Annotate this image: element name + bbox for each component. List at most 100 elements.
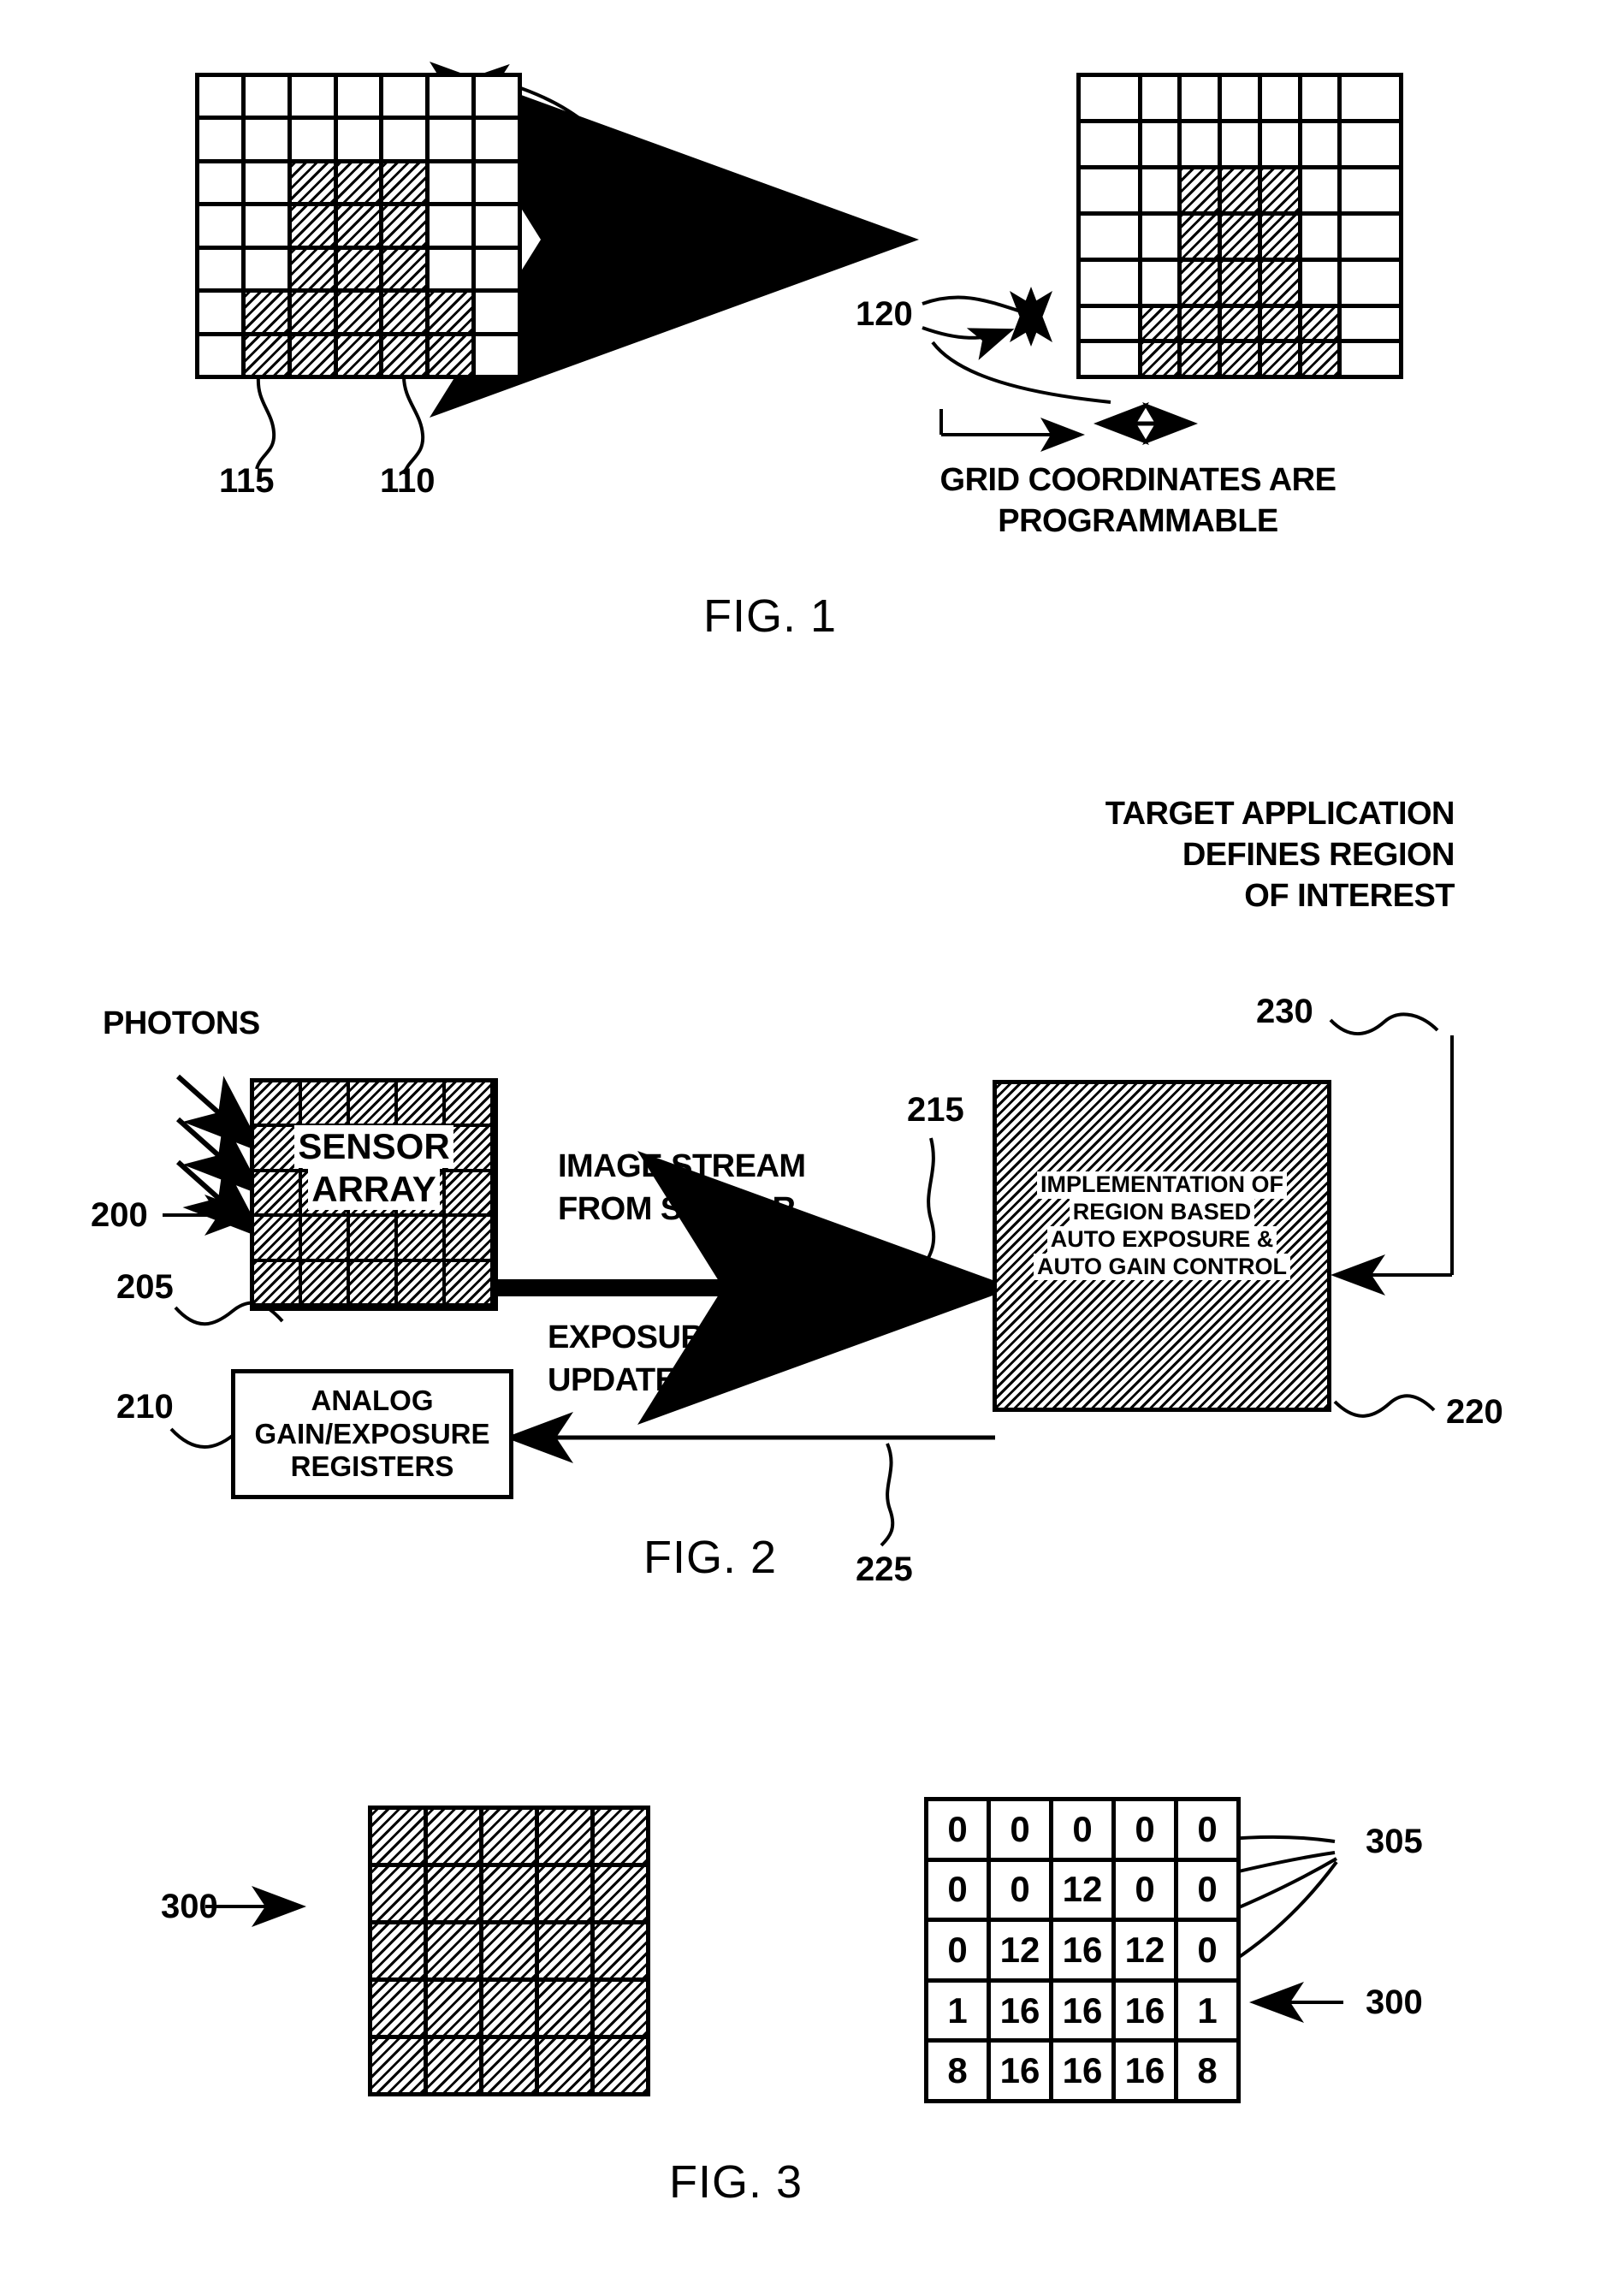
fig3-caption: FIG. 3: [668, 2156, 803, 2208]
tile: [245, 293, 287, 332]
tile: [1222, 307, 1258, 340]
tile: [539, 1924, 590, 1977]
tile: [383, 206, 426, 246]
tile: [428, 1924, 479, 1977]
registers-line3: REGISTERS: [290, 1450, 454, 1483]
tile: [595, 1924, 646, 1977]
tile: [476, 335, 518, 375]
exposure-gain-updates-line2: UPDATES: [548, 1362, 698, 1398]
tile: [1301, 215, 1338, 258]
tile: [245, 77, 287, 116]
fig2-caption: FIG. 2: [643, 1532, 778, 1583]
matrix-cell: 0: [1178, 1801, 1236, 1858]
tile: [245, 206, 287, 246]
tile: [1222, 215, 1258, 258]
tile: [291, 120, 334, 159]
implementation-block: IMPLEMENTATION OF REGION BASED AUTO EXPO…: [993, 1080, 1331, 1412]
implementation-line3: AUTO EXPOSURE &: [1046, 1225, 1277, 1254]
ref-115-label: 115: [219, 462, 275, 500]
tile: [1342, 343, 1399, 375]
tile: [291, 163, 334, 203]
ref-225-leader: [880, 1443, 895, 1547]
matrix-cell: 0: [1178, 1861, 1236, 1918]
fig1-left-tile-grid: [195, 73, 522, 379]
fig1-right-tile-grid: [1076, 73, 1403, 379]
tile: [1141, 77, 1178, 119]
tile: [1182, 215, 1218, 258]
tile: [430, 335, 472, 375]
sensor-array-text: SENSOR ARRAY: [254, 1125, 494, 1211]
tile: [1342, 77, 1399, 119]
tile: [1301, 122, 1338, 165]
tile: [291, 206, 334, 246]
tile: [1301, 169, 1338, 211]
tile: [383, 77, 426, 116]
tile: [1261, 215, 1298, 258]
tile: [337, 206, 380, 246]
matrix-cell: 0: [1116, 1861, 1174, 1918]
target-app-line1: TARGET APPLICATION: [1105, 796, 1455, 832]
matrix-cell: 16: [1053, 2043, 1111, 2099]
matrix-cell: 0: [928, 1861, 987, 1918]
matrix-cell: 16: [1053, 1922, 1111, 1978]
ref-200-label: 200: [91, 1196, 148, 1234]
tile: [1081, 343, 1138, 375]
tile: [1342, 215, 1399, 258]
tile: [337, 249, 380, 289]
tile: [1342, 307, 1399, 340]
matrix-cell: 16: [991, 2043, 1049, 2099]
matrix-cell: 1: [1178, 1982, 1236, 2039]
matrix-cell: 8: [1178, 2043, 1236, 2099]
tile: [430, 77, 472, 116]
matrix-cell: 1: [928, 1982, 987, 2039]
tile: [199, 120, 241, 159]
tile: [372, 1867, 424, 1920]
tile: [428, 2039, 479, 2092]
ref-300-left-label: 300: [161, 1888, 218, 1925]
tile: [430, 120, 472, 159]
analog-gain-exposure-registers-box: ANALOG GAIN/EXPOSURE REGISTERS: [231, 1369, 513, 1499]
ref-230-label: 230: [1256, 993, 1313, 1030]
photons-label: PHOTONS: [103, 1005, 260, 1041]
photon-arrows: [176, 1074, 264, 1239]
implementation-line2: REGION BASED: [1069, 1198, 1255, 1226]
tile: [1081, 77, 1138, 119]
tile: [291, 293, 334, 332]
matrix-cell: 12: [991, 1922, 1049, 1978]
ref-210-label: 210: [116, 1388, 174, 1426]
matrix-cell: 16: [1053, 1982, 1111, 2039]
tile: [476, 293, 518, 332]
tile: [476, 120, 518, 159]
exposure-gain-updates-line1: EXPOSURE/GAIN: [548, 1319, 814, 1355]
implementation-text: IMPLEMENTATION OF REGION BASED AUTO EXPO…: [997, 1171, 1327, 1281]
tile: [595, 1982, 646, 2035]
tile: [245, 335, 287, 375]
ref-115-leader: [255, 376, 276, 470]
tile: [372, 1982, 424, 2035]
tile: [1081, 169, 1138, 211]
image-stream-line1: IMAGE STREAM: [558, 1148, 806, 1184]
patent-drawing-sheet: TILES 115 110 120 GRID COORDINATES ARE P…: [0, 0, 1624, 2271]
tile: [199, 206, 241, 246]
tile: [1222, 261, 1258, 304]
tile: [1182, 343, 1218, 375]
tile: [291, 335, 334, 375]
sensor-array-line2: ARRAY: [308, 1167, 440, 1211]
registers-line1: ANALOG: [311, 1384, 434, 1416]
ref-300-right-label: 300: [1366, 1983, 1423, 2021]
tile: [483, 2039, 535, 2092]
tile: [383, 120, 426, 159]
tile: [337, 293, 380, 332]
matrix-cell: 16: [1116, 1982, 1174, 2039]
tile: [1222, 122, 1258, 165]
tile: [539, 2039, 590, 2092]
ref-220-leader: [1333, 1394, 1436, 1418]
implementation-line1: IMPLEMENTATION OF: [1037, 1171, 1287, 1199]
tile: [1342, 261, 1399, 304]
tile: [245, 120, 287, 159]
tile: [1141, 122, 1178, 165]
grid-coordinates-note-line1: GRID COORDINATES ARE: [939, 462, 1337, 498]
tile: [199, 249, 241, 289]
matrix-cell: 12: [1053, 1861, 1111, 1918]
tile: [476, 163, 518, 203]
